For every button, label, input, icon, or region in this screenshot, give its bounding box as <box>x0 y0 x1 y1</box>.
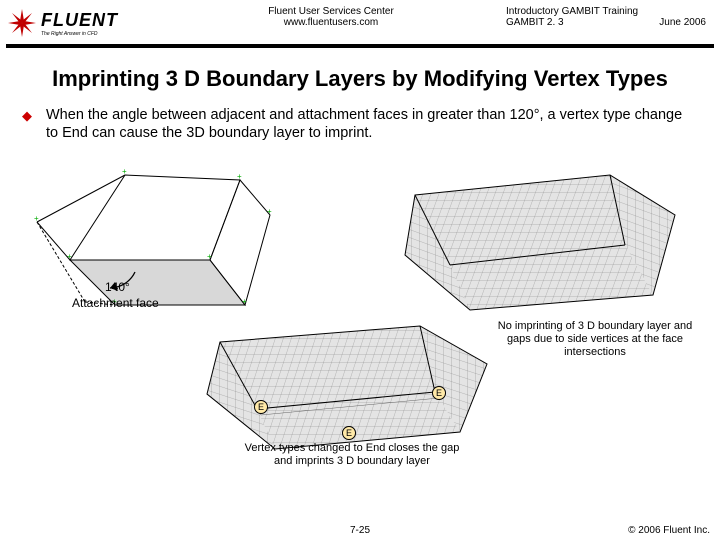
slide-title: Imprinting 3 D Boundary Layers by Modify… <box>10 66 710 92</box>
meshed-no-imprint-diagram <box>395 160 695 320</box>
bullet-text: When the angle between adjacent and atta… <box>46 106 698 142</box>
copyright-notice: © 2006 Fluent Inc. <box>628 525 710 536</box>
no-imprint-caption: No imprinting of 3 D boundary layer and … <box>490 320 700 358</box>
training-title: Introductory GAMBIT Training <box>506 6 706 17</box>
svg-text:+: + <box>242 297 247 306</box>
logo-tagline: The Right Answer in CFD <box>41 31 118 37</box>
training-date: June 2006 <box>659 17 706 28</box>
product-version: GAMBIT 2. 3 <box>506 17 564 28</box>
header-divider <box>6 44 714 48</box>
starburst-icon <box>6 7 38 39</box>
svg-text:+: + <box>237 172 242 181</box>
logo-wordmark: FLUENT <box>41 10 118 31</box>
svg-text:+: + <box>34 214 39 223</box>
svg-text:+: + <box>122 167 127 176</box>
service-center-label: Fluent User Services Center <box>156 6 506 17</box>
slide-number: 7-25 <box>0 525 720 536</box>
slide-header: FLUENT The Right Answer in CFD Fluent Us… <box>0 0 720 44</box>
svg-text:+: + <box>67 252 72 261</box>
fluent-logo: FLUENT The Right Answer in CFD <box>6 4 156 42</box>
bullet-item: ◆ When the angle between adjacent and at… <box>0 106 720 142</box>
bullet-diamond-icon: ◆ <box>22 108 32 142</box>
header-right: Introductory GAMBIT Training GAMBIT 2. 3… <box>506 4 706 28</box>
service-center-url: www.fluentusers.com <box>156 17 506 28</box>
svg-text:+: + <box>267 207 272 216</box>
angle-value-label: 140° <box>105 280 130 294</box>
header-center: Fluent User Services Center www.fluentus… <box>156 4 506 28</box>
attachment-face-label: Attachment face <box>72 296 159 310</box>
svg-text:+: + <box>207 252 212 261</box>
imprinted-caption: Vertex types changed to End closes the g… <box>242 442 462 467</box>
diagram-area: +++ +++ ++ 140° Attachment face No impri… <box>0 142 720 512</box>
